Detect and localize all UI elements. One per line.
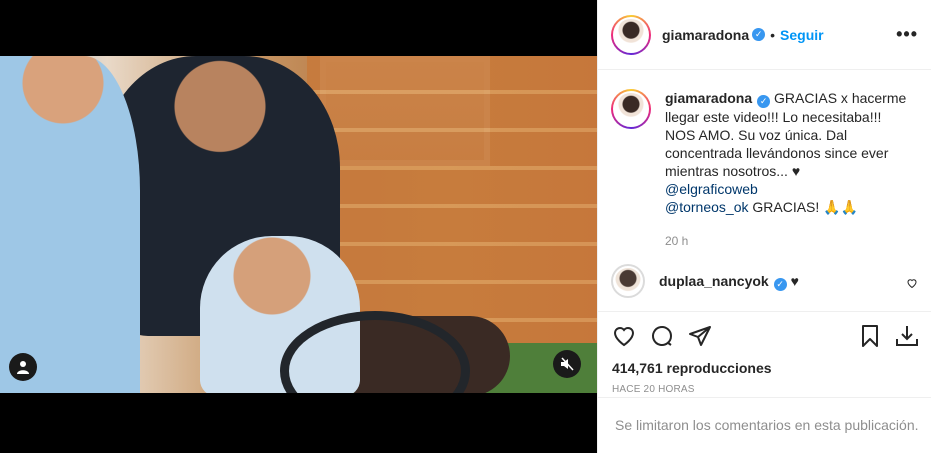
- video-scene-girl-left: [0, 56, 140, 393]
- caption-time[interactable]: 20 h: [665, 232, 915, 250]
- mention-link[interactable]: @elgraficoweb: [665, 180, 915, 198]
- comment-text: duplaa_nancyok ✓ ♥: [659, 272, 909, 298]
- verified-badge-icon: ✓: [773, 278, 787, 291]
- avatar[interactable]: [611, 89, 651, 129]
- video-player[interactable]: [0, 56, 597, 393]
- caption-line: GRACIAS x hacerme: [774, 90, 907, 106]
- comments-limited-notice: Se limitaron los comentarios en esta pub…: [598, 397, 931, 453]
- caption-line: mientras nosotros... ♥: [665, 163, 801, 179]
- avatar[interactable]: [611, 264, 645, 298]
- heart-icon[interactable]: [612, 324, 636, 353]
- bookmark-icon[interactable]: [858, 324, 882, 353]
- muted-speaker-icon[interactable]: [553, 350, 581, 378]
- action-icons: [612, 318, 920, 358]
- comment-icon[interactable]: [650, 324, 674, 353]
- post-timestamp[interactable]: HACE 20 HORAS: [612, 384, 920, 395]
- heart-icon[interactable]: [906, 276, 918, 294]
- caption: giamaradona ✓ GRACIAS x hacerme llegar es…: [611, 89, 918, 250]
- post-panel: giamaradona ✓ • Seguir ••• giamaradona ✓ …: [597, 0, 931, 453]
- verified-badge-icon: ✓: [752, 28, 766, 41]
- caption-end: GRACIAS! 🙏🙏: [752, 199, 859, 215]
- avatar[interactable]: [611, 14, 651, 55]
- comment-username[interactable]: duplaa_nancyok: [659, 273, 769, 289]
- user-icon[interactable]: [9, 353, 37, 381]
- send-icon[interactable]: [688, 324, 712, 353]
- caption-username[interactable]: giamaradona: [665, 90, 752, 106]
- caption-line: llegar este video!!! Lo necesitaba!!!: [665, 109, 882, 125]
- caption-text: giamaradona ✓ GRACIAS x hacerme llegar es…: [665, 89, 915, 250]
- caption-line: concentrada llevándonos since ever: [665, 145, 889, 161]
- media-area: [0, 0, 597, 453]
- comment-body: ♥: [790, 273, 799, 289]
- caption-line: NOS AMO. Su voz única. Dal: [665, 127, 848, 143]
- mention-link[interactable]: @torneos_ok: [665, 199, 748, 215]
- post-header: giamaradona ✓ • Seguir •••: [598, 0, 931, 70]
- view-count: 414,761 reproducciones: [612, 360, 772, 376]
- download-icon[interactable]: [894, 324, 920, 353]
- more-options-icon[interactable]: •••: [896, 24, 918, 45]
- post-actions: 414,761 reproducciones HACE 20 HORAS: [598, 311, 931, 395]
- follow-button[interactable]: Seguir: [780, 27, 824, 43]
- verified-badge-icon: ✓: [757, 95, 771, 108]
- comment-item: duplaa_nancyok ✓ ♥: [611, 264, 918, 298]
- comments-section: giamaradona ✓ GRACIAS x hacerme llegar es…: [598, 71, 931, 311]
- separator-dot: •: [770, 26, 776, 43]
- author-username[interactable]: giamaradona: [662, 27, 749, 43]
